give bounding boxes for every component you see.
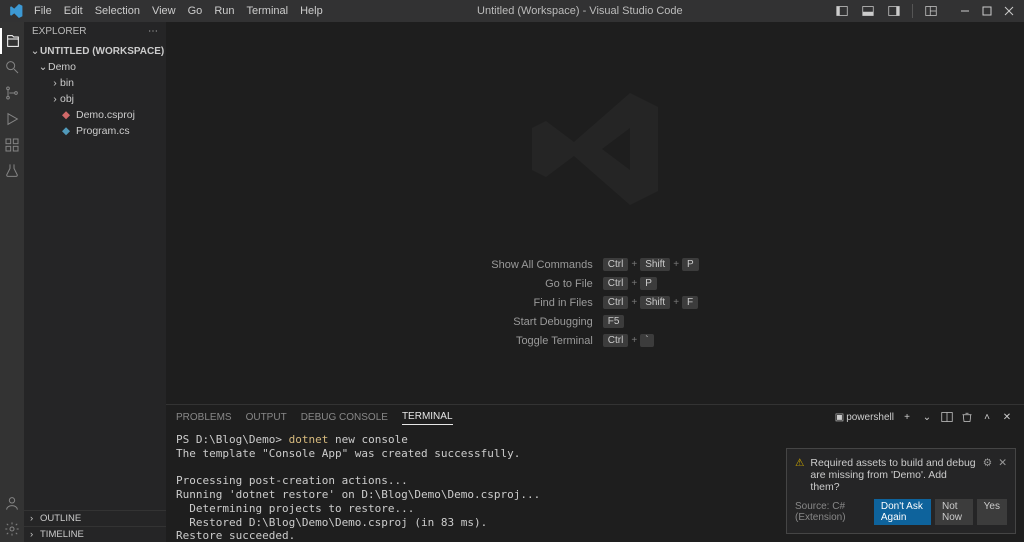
notification-message: Required assets to build and debug are m… — [810, 457, 976, 493]
window-controls — [954, 0, 1020, 22]
section-label: TIMELINE — [40, 529, 84, 540]
editor-area: Show All Commands Ctrl+Shift+P Go to Fil… — [166, 22, 1024, 542]
gear-icon[interactable]: ⚙ — [983, 457, 992, 469]
folder-label: obj — [60, 93, 74, 105]
sidebar-more-icon[interactable]: ⋯ — [148, 26, 158, 37]
section-outline[interactable]: ›OUTLINE — [24, 510, 166, 526]
menu-run[interactable]: Run — [208, 3, 240, 19]
menu-selection[interactable]: Selection — [89, 3, 146, 19]
sidebar-title: EXPLORER — [32, 26, 86, 37]
yes-button[interactable]: Yes — [977, 499, 1007, 525]
window-title: Untitled (Workspace) - Visual Studio Cod… — [329, 5, 831, 17]
toggle-panel-icon[interactable] — [857, 0, 879, 22]
shortcut-keys: Ctrl+Shift+P — [603, 258, 699, 271]
split-terminal-icon[interactable] — [940, 410, 954, 424]
welcome-screen: Show All Commands Ctrl+Shift+P Go to Fil… — [166, 22, 1024, 404]
activity-accounts[interactable] — [0, 490, 24, 516]
shortcut-keys: Ctrl+Shift+F — [603, 296, 699, 309]
shortcut-keys: Ctrl+P — [603, 277, 699, 290]
terminal-shell-selector[interactable]: ▣powershell — [835, 412, 894, 423]
not-now-button[interactable]: Not Now — [935, 499, 973, 525]
workspace-root[interactable]: ⌄ UNTITLED (WORKSPACE) — [24, 43, 166, 59]
sidebar-bottom: ›OUTLINE ›TIMELINE — [24, 510, 166, 542]
tab-terminal[interactable]: TERMINAL — [402, 409, 453, 425]
explorer-tree: ⌄ UNTITLED (WORKSPACE) ⌄ Demo › bin › ob… — [24, 41, 166, 141]
activity-source-control[interactable] — [0, 80, 24, 106]
shortcut-keys: F5 — [603, 315, 699, 328]
notification-source: Source: C# (Extension) — [795, 501, 874, 523]
chevron-down-icon: ⌄ — [38, 61, 48, 73]
bottom-panel: PROBLEMS OUTPUT DEBUG CONSOLE TERMINAL ▣… — [166, 404, 1024, 542]
file-label: Demo.csproj — [76, 109, 135, 121]
file-demo-csproj[interactable]: ◆ Demo.csproj — [24, 107, 166, 123]
main-area: EXPLORER ⋯ ⌄ UNTITLED (WORKSPACE) ⌄ Demo… — [0, 22, 1024, 542]
folder-bin[interactable]: › bin — [24, 75, 166, 91]
vscode-logo-icon — [8, 3, 24, 19]
csharp-file-icon: ◆ — [60, 125, 72, 137]
close-panel-icon[interactable]: ✕ — [1000, 410, 1014, 424]
warning-icon: ⚠ — [795, 457, 804, 469]
terminal-icon: ▣ — [835, 412, 844, 423]
menu-go[interactable]: Go — [182, 3, 209, 19]
dont-ask-again-button[interactable]: Don't Ask Again — [874, 499, 931, 525]
menu-view[interactable]: View — [146, 3, 182, 19]
shortcut-keys: Ctrl+` — [603, 334, 699, 347]
chevron-down-icon: ⌄ — [30, 45, 40, 57]
shortcut-label: Toggle Terminal — [491, 335, 593, 347]
shortcut-label: Go to File — [491, 278, 593, 290]
activity-extensions[interactable] — [0, 132, 24, 158]
folder-obj[interactable]: › obj — [24, 91, 166, 107]
menu-bar: File Edit Selection View Go Run Terminal… — [28, 3, 329, 19]
shortcut-label: Show All Commands — [491, 259, 593, 271]
panel-actions: ▣powershell + ⌄ ˄ ✕ — [835, 410, 1014, 424]
menu-edit[interactable]: Edit — [58, 3, 89, 19]
chevron-down-icon[interactable]: ⌄ — [920, 410, 934, 424]
chevron-right-icon: › — [50, 93, 60, 105]
activity-manage[interactable] — [0, 516, 24, 542]
folder-demo[interactable]: ⌄ Demo — [24, 59, 166, 75]
close-icon[interactable]: ✕ — [998, 457, 1007, 469]
shortcut-label: Find in Files — [491, 297, 593, 309]
sidebar-header: EXPLORER ⋯ — [24, 22, 166, 41]
folder-label: Demo — [48, 61, 76, 73]
shortcut-label: Start Debugging — [491, 316, 593, 328]
tab-debug-console[interactable]: DEBUG CONSOLE — [301, 410, 388, 425]
file-program-cs[interactable]: ◆ Program.cs — [24, 123, 166, 139]
kill-terminal-icon[interactable] — [960, 410, 974, 424]
chevron-right-icon: › — [50, 77, 60, 89]
file-label: Program.cs — [76, 125, 130, 137]
vscode-watermark-icon — [525, 79, 665, 222]
menu-file[interactable]: File — [28, 3, 58, 19]
customize-layout-icon[interactable] — [920, 0, 942, 22]
tab-output[interactable]: OUTPUT — [246, 410, 287, 425]
activity-explorer[interactable] — [0, 28, 24, 54]
panel-tabs: PROBLEMS OUTPUT DEBUG CONSOLE TERMINAL ▣… — [166, 405, 1024, 429]
close-button[interactable] — [998, 0, 1020, 22]
shortcut-list: Show All Commands Ctrl+Shift+P Go to Fil… — [491, 258, 698, 347]
menu-help[interactable]: Help — [294, 3, 329, 19]
new-terminal-icon[interactable]: + — [900, 410, 914, 424]
activity-testing[interactable] — [0, 158, 24, 184]
tab-problems[interactable]: PROBLEMS — [176, 410, 232, 425]
minimize-button[interactable] — [954, 0, 976, 22]
sidebar: EXPLORER ⋯ ⌄ UNTITLED (WORKSPACE) ⌄ Demo… — [24, 22, 166, 542]
menu-terminal[interactable]: Terminal — [241, 3, 295, 19]
toggle-primary-sidebar-icon[interactable] — [831, 0, 853, 22]
csproj-file-icon: ◆ — [60, 109, 72, 121]
titlebar-right — [831, 0, 1020, 22]
section-timeline[interactable]: ›TIMELINE — [24, 526, 166, 542]
maximize-button[interactable] — [976, 0, 998, 22]
folder-label: bin — [60, 77, 74, 89]
notification-toast: ⚠ Required assets to build and debug are… — [786, 448, 1016, 534]
titlebar: File Edit Selection View Go Run Terminal… — [0, 0, 1024, 22]
workspace-label: UNTITLED (WORKSPACE) — [40, 46, 164, 57]
section-label: OUTLINE — [40, 513, 81, 524]
activity-search[interactable] — [0, 54, 24, 80]
toggle-secondary-sidebar-icon[interactable] — [883, 0, 905, 22]
activity-bar — [0, 22, 24, 542]
activity-debug[interactable] — [0, 106, 24, 132]
maximize-panel-icon[interactable]: ˄ — [980, 410, 994, 424]
separator — [912, 4, 913, 18]
